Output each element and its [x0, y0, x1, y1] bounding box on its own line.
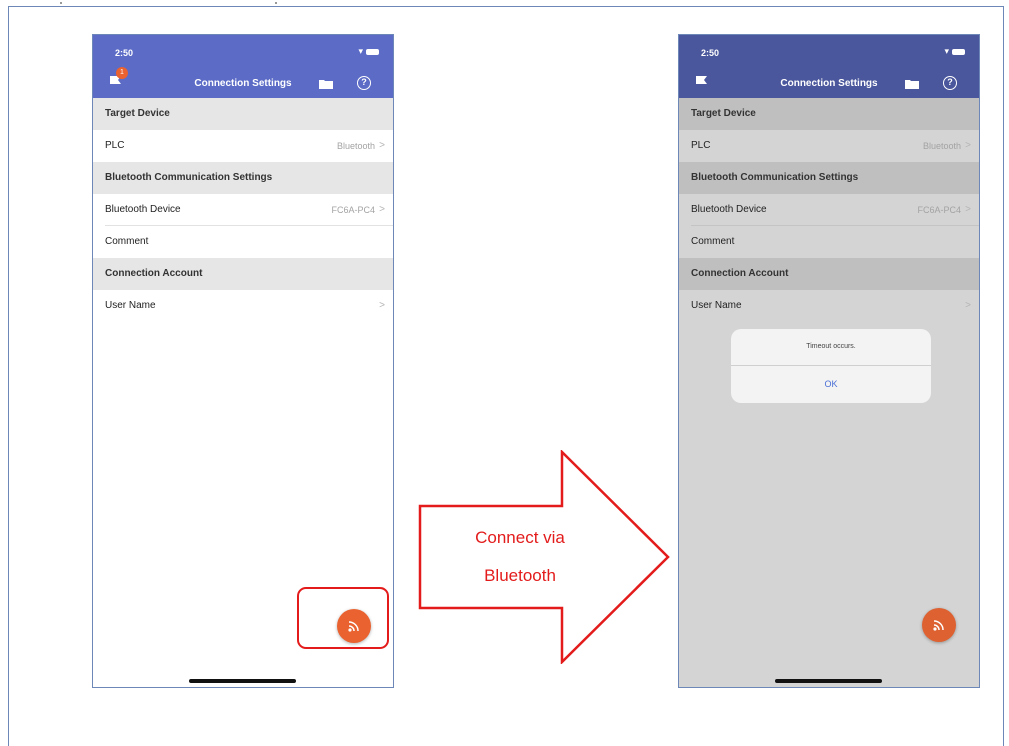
- section-connection-account: Connection Account: [93, 258, 393, 290]
- alert-message: Timeout occurs.: [806, 343, 856, 350]
- folder-icon[interactable]: [319, 79, 333, 89]
- timeout-alert-dialog: Timeout occurs. OK: [731, 329, 931, 403]
- user-name-label: User Name: [105, 300, 156, 311]
- chevron-right-icon: >: [379, 140, 385, 151]
- phone-screen-after: 2:50 ▾ Connection Settings ? Target Devi…: [678, 34, 980, 688]
- nav-bar: 2:50 ▾ Connection Settings ?: [679, 35, 979, 98]
- plc-row[interactable]: PLC Bluetooth >: [679, 130, 979, 162]
- status-icons: ▾: [944, 46, 965, 57]
- section-bluetooth-settings: Bluetooth Communication Settings: [679, 162, 979, 194]
- section-target-device: Target Device: [679, 98, 979, 130]
- highlight-box: [297, 587, 389, 649]
- battery-icon: [366, 48, 379, 55]
- arrow-label-line1: Connect via: [475, 528, 565, 547]
- battery-icon: [952, 48, 965, 55]
- section-bluetooth-settings: Bluetooth Communication Settings: [93, 162, 393, 194]
- chevron-right-icon: >: [965, 300, 971, 311]
- user-name-row[interactable]: User Name >: [679, 290, 979, 322]
- bluetooth-device-row[interactable]: Bluetooth Device FC6A-PC4 >: [93, 194, 393, 226]
- plc-value: Bluetooth: [922, 141, 961, 151]
- chevron-right-icon: >: [965, 140, 971, 151]
- settings-list: Target Device PLC Bluetooth > Bluetooth …: [93, 98, 393, 322]
- plc-row[interactable]: PLC Bluetooth >: [93, 130, 393, 162]
- nav-bar: 2:50 ▾ 1 Connection Settings ?: [93, 35, 393, 98]
- comment-label: Comment: [105, 236, 149, 247]
- help-icon[interactable]: ?: [357, 76, 371, 90]
- folder-icon[interactable]: [905, 79, 919, 89]
- status-time: 2:50: [115, 48, 134, 58]
- chevron-right-icon: >: [379, 204, 385, 215]
- page-title: Connection Settings: [194, 78, 292, 89]
- help-icon[interactable]: ?: [943, 76, 957, 90]
- arrow-label-line2: Bluetooth: [484, 566, 556, 585]
- user-name-row[interactable]: User Name >: [93, 290, 393, 322]
- chevron-right-icon: >: [965, 204, 971, 215]
- bluetooth-device-label: Bluetooth Device: [691, 204, 767, 215]
- status-icons: ▾: [358, 46, 379, 57]
- comment-row[interactable]: Comment: [679, 226, 979, 258]
- connect-icon: [933, 620, 944, 631]
- chevron-right-icon: >: [379, 300, 385, 311]
- settings-list: Target Device PLC Bluetooth > Bluetooth …: [679, 98, 979, 322]
- frame-tick: [275, 2, 277, 4]
- page-title: Connection Settings: [780, 78, 878, 89]
- wifi-icon: ▾: [944, 46, 950, 56]
- comment-row[interactable]: Comment: [93, 226, 393, 258]
- plc-value: Bluetooth: [336, 141, 375, 151]
- home-indicator: [775, 679, 882, 683]
- alert-ok-button[interactable]: OK: [731, 366, 931, 403]
- status-time: 2:50: [701, 48, 720, 58]
- user-name-label: User Name: [691, 300, 742, 311]
- plc-label: PLC: [105, 140, 125, 151]
- home-indicator: [189, 679, 296, 683]
- bluetooth-device-value: FC6A-PC4: [331, 205, 375, 215]
- bluetooth-device-label: Bluetooth Device: [105, 204, 181, 215]
- frame-tick: [60, 2, 62, 4]
- section-target-device: Target Device: [93, 98, 393, 130]
- bluetooth-device-value: FC6A-PC4: [917, 205, 961, 215]
- section-connection-account: Connection Account: [679, 258, 979, 290]
- wifi-icon: ▾: [358, 46, 364, 56]
- connect-button[interactable]: [922, 608, 956, 642]
- plc-label: PLC: [691, 140, 711, 151]
- bluetooth-device-row[interactable]: Bluetooth Device FC6A-PC4 >: [679, 194, 979, 226]
- arrow-shape: [418, 450, 670, 664]
- comment-label: Comment: [691, 236, 735, 247]
